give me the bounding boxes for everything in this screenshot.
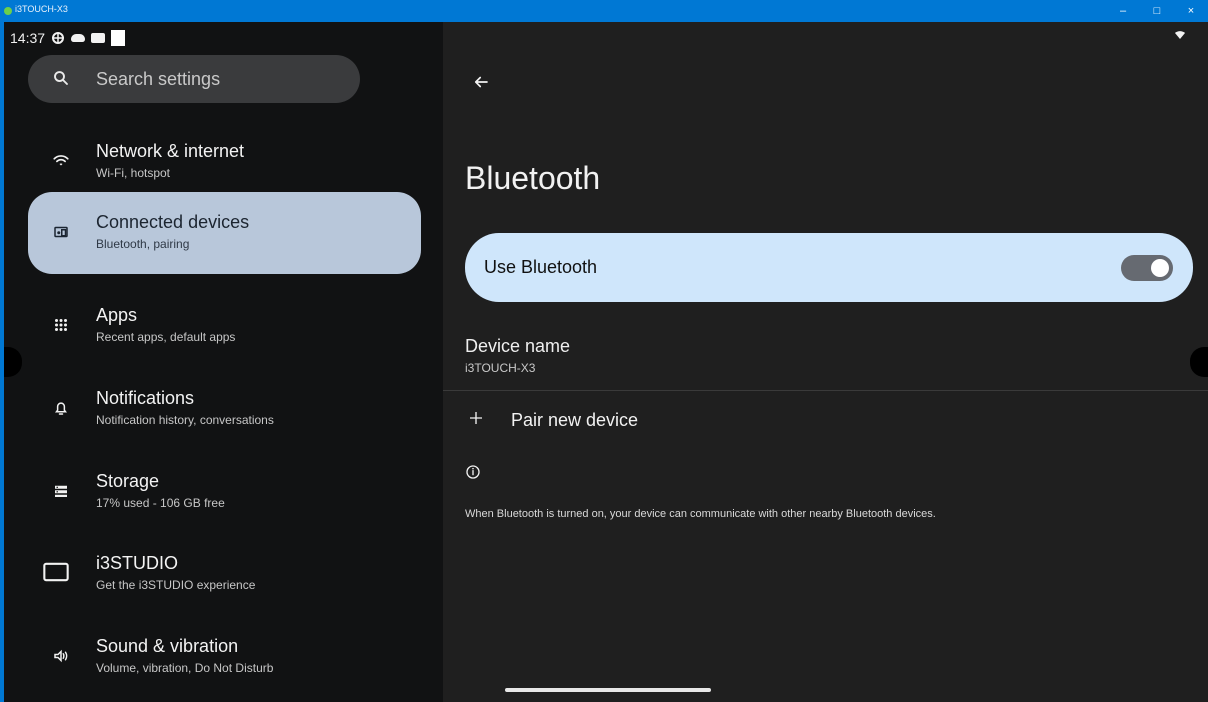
page-title: Bluetooth [465, 160, 601, 196]
wifi-icon [1175, 31, 1185, 39]
switch-knob [1151, 259, 1169, 277]
sidebar-item-apps[interactable]: Apps Recent apps, default apps [28, 285, 421, 367]
window-controls: – □ × [1106, 0, 1208, 22]
sidebar-item-label: Storage [96, 471, 160, 491]
pair-new-device-button[interactable]: Pair new device [465, 402, 1193, 438]
sidebar-item-label: i3STUDIO [96, 553, 179, 573]
bluetooth-switch[interactable] [1121, 255, 1173, 281]
device-name-title[interactable]: Device name [465, 336, 570, 357]
sidebar-item-notifications[interactable]: Notifications Notification history, conv… [28, 368, 421, 450]
maximize-button[interactable]: □ [1140, 0, 1174, 22]
sidebar-item-description: Recent apps, default apps [96, 330, 236, 344]
sidebar-item-label: Sound & vibration [96, 636, 239, 656]
bell-icon [55, 402, 67, 415]
sidebar-item-connected-devices[interactable]: Connected devices Bluetooth, pairing [28, 192, 421, 274]
android-settings-screen: 14:37 Search settings Network & internet… [4, 22, 1208, 702]
vpn-icon [52, 32, 65, 44]
search-bar[interactable]: Search settings [28, 55, 360, 103]
use-bluetooth-label: Use Bluetooth [484, 257, 598, 277]
bluetooth-settings-pane: Bluetooth Use Bluetooth Device name i3TO… [443, 22, 1208, 702]
left-edge-handle[interactable] [4, 347, 22, 377]
storage-icon [55, 485, 67, 497]
plus-icon [470, 412, 482, 424]
info-icon [466, 465, 480, 479]
sidebar-item-description: Volume, vibration, Do Not Disturb [96, 661, 274, 675]
window-title: i3TOUCH-X3 [15, 4, 68, 14]
clock: 14:37 [10, 30, 46, 46]
wifi-icon [53, 155, 69, 166]
search-input[interactable]: Search settings [96, 69, 220, 90]
device-name-value: i3TOUCH-X3 [465, 361, 536, 375]
sidebar-item-i3studio[interactable]: i3STUDIO Get the i3STUDIO experience [28, 533, 421, 615]
window-titlebar: i3TOUCH-X3 – □ × [0, 0, 1208, 22]
sidebar-item-label: Notifications [96, 388, 195, 408]
sidebar-item-label: Apps [96, 305, 138, 325]
minimize-button[interactable]: – [1106, 0, 1140, 22]
sidebar-item-description: Get the i3STUDIO experience [96, 578, 256, 592]
close-button[interactable]: × [1174, 0, 1208, 22]
sidebar-item-storage[interactable]: Storage 17% used - 106 GB free [28, 451, 421, 533]
use-bluetooth-toggle-row[interactable]: Use Bluetooth [465, 233, 1193, 302]
apps-grid-icon [55, 319, 67, 331]
right-edge-handle[interactable] [1190, 347, 1208, 377]
sidebar-item-description: Notification history, conversations [96, 413, 274, 427]
sidebar-item-description: Wi-Fi, hotspot [96, 166, 171, 180]
sidebar-item-description: 17% used - 106 GB free [96, 496, 225, 510]
display-icon [43, 562, 69, 582]
search-icon [54, 71, 68, 85]
speaker-icon [54, 649, 68, 663]
app-icon [4, 7, 12, 15]
sidebar-item-label: Network & internet [96, 141, 245, 161]
back-arrow-icon[interactable] [472, 73, 490, 91]
cloud-icon [71, 34, 86, 42]
status-bar: 14:37 [10, 29, 126, 47]
dvr-icon [91, 33, 106, 43]
bluetooth-info-text: When Bluetooth is turned on, your device… [465, 508, 936, 520]
pair-new-device-label: Pair new device [511, 410, 639, 430]
settings-sidebar: 14:37 Search settings Network & internet… [4, 22, 443, 702]
sidebar-item-network-internet[interactable]: Network & internet Wi-Fi, hotspot [28, 121, 421, 203]
sidebar-item-description: Bluetooth, pairing [96, 237, 190, 251]
home-indicator[interactable] [505, 688, 711, 692]
connected-devices-icon [54, 226, 68, 238]
sidebar-item-label: Connected devices [96, 212, 250, 232]
section-divider [443, 390, 1208, 391]
sidebar-item-sound-vibration[interactable]: Sound & vibration Volume, vibration, Do … [28, 616, 421, 698]
white-square-icon [111, 30, 126, 46]
